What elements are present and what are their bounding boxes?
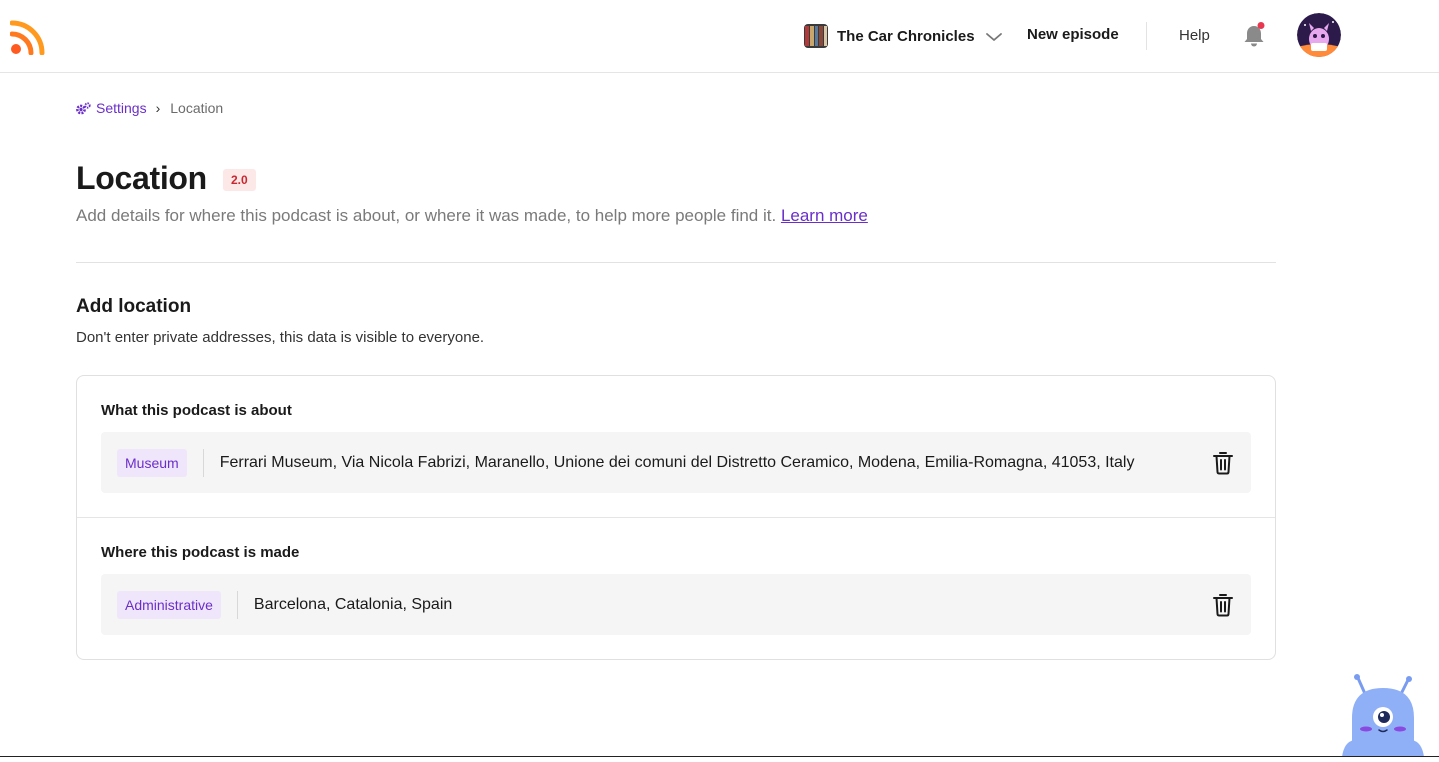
- location-address: Barcelona, Catalonia, Spain: [253, 595, 453, 613]
- mascot-icon[interactable]: [1338, 674, 1428, 757]
- location-row-about: Museum Ferrari Museum, Via Nicola Fabriz…: [101, 432, 1251, 493]
- new-episode-button[interactable]: New episode: [1027, 26, 1119, 43]
- page-title-row: Location 2.0: [76, 160, 256, 197]
- add-location-title: Add location: [76, 296, 192, 317]
- breadcrumb-settings-label: Settings: [96, 100, 147, 116]
- trash-icon[interactable]: [1212, 593, 1234, 617]
- page-description: Add details for where this podcast is ab…: [76, 206, 868, 226]
- chevron-down-icon: [985, 30, 1003, 42]
- add-location-note: Don't enter private addresses, this data…: [76, 329, 485, 346]
- location-type-tag: Museum: [117, 448, 187, 477]
- locations-card: What this podcast is about Museum Ferrar…: [76, 375, 1276, 660]
- breadcrumb-current: Location: [170, 100, 224, 116]
- group-label-about: What this podcast is about: [101, 402, 292, 419]
- help-link[interactable]: Help: [1179, 27, 1210, 44]
- podcast-artwork: [804, 24, 828, 48]
- gear-icon: [76, 101, 91, 114]
- group-label-made: Where this podcast is made: [101, 544, 300, 561]
- top-navigation-bar: The Car Chronicles New episode Help: [0, 0, 1439, 73]
- card-divider: [77, 517, 1275, 518]
- header-divider: [1146, 22, 1147, 50]
- location-type-tag: Administrative: [117, 590, 221, 619]
- avatar[interactable]: [1297, 13, 1341, 57]
- trash-icon[interactable]: [1212, 451, 1234, 475]
- breadcrumb-settings-link[interactable]: Settings: [76, 100, 147, 116]
- page-description-text: Add details for where this podcast is ab…: [76, 206, 781, 225]
- version-badge: 2.0: [222, 168, 256, 191]
- location-address: Ferrari Museum, Via Nicola Fabrizi, Mara…: [219, 453, 1135, 471]
- tag-separator: [202, 448, 204, 477]
- breadcrumb: Settings › Location: [76, 100, 223, 116]
- podcast-switcher[interactable]: The Car Chronicles: [804, 23, 1003, 49]
- breadcrumb-separator: ›: [155, 100, 161, 116]
- section-divider: [76, 262, 1276, 263]
- rss-logo-icon[interactable]: [9, 19, 46, 56]
- page-title: Location: [76, 160, 207, 196]
- notification-dot: [1257, 22, 1265, 29]
- location-row-made: Administrative Barcelona, Catalonia, Spa…: [101, 574, 1251, 635]
- bell-icon[interactable]: [1242, 22, 1266, 48]
- tag-separator: [236, 590, 238, 619]
- learn-more-link[interactable]: Learn more: [781, 206, 868, 225]
- podcast-name: The Car Chronicles: [837, 27, 975, 45]
